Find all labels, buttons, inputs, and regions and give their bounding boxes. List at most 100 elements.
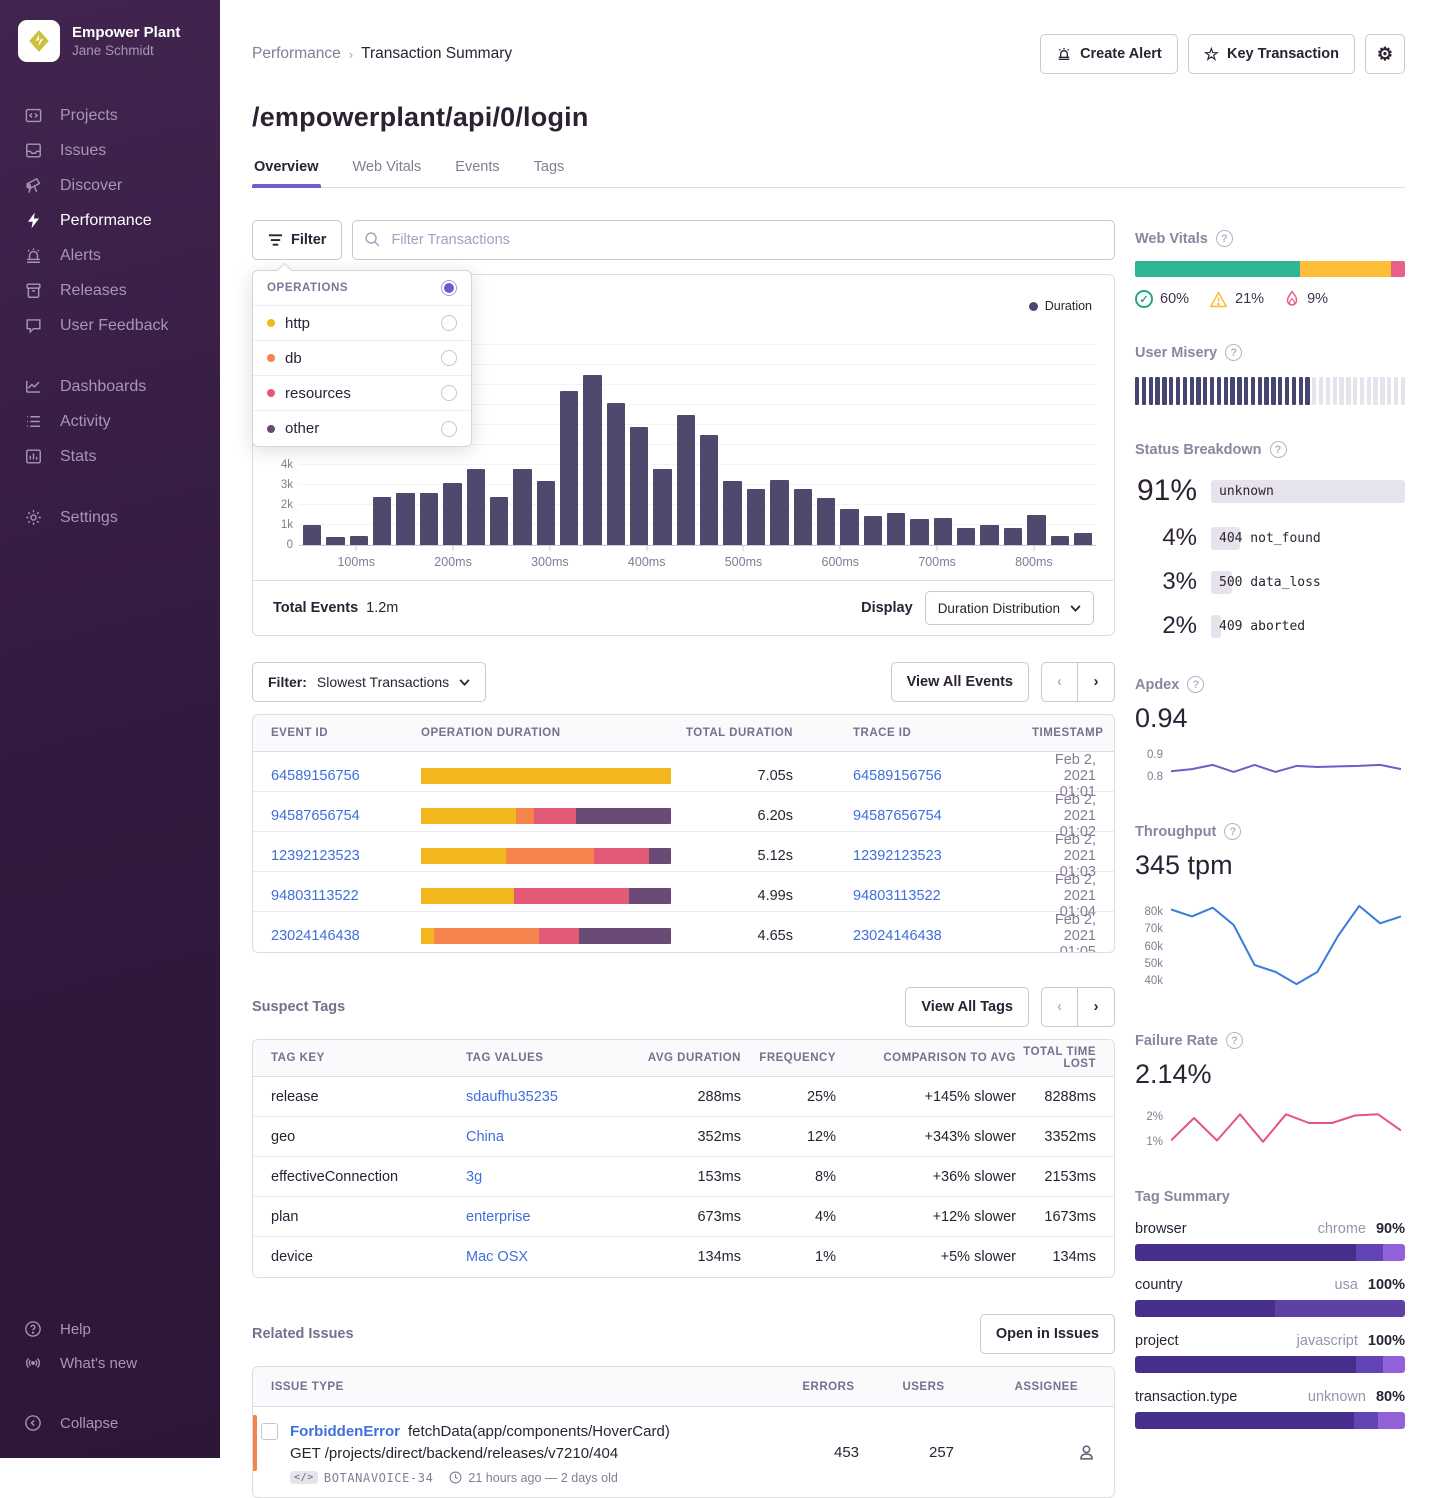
histogram-bar[interactable] bbox=[934, 518, 952, 545]
sidebar-item-alerts[interactable]: Alerts bbox=[0, 238, 220, 273]
sidebar-item-stats[interactable]: Stats bbox=[0, 439, 220, 474]
tag-value-link[interactable]: sdaufhu35235 bbox=[466, 1089, 558, 1105]
tag-value-link[interactable]: China bbox=[466, 1129, 504, 1145]
tab-overview[interactable]: Overview bbox=[252, 159, 321, 187]
breadcrumb-performance[interactable]: Performance bbox=[252, 45, 341, 63]
sidebar-item-issues[interactable]: Issues bbox=[0, 133, 220, 168]
view-all-events-button[interactable]: View All Events bbox=[891, 662, 1029, 702]
sidebar-item-performance[interactable]: Performance bbox=[0, 203, 220, 238]
event-id-link[interactable]: 94803113522 bbox=[271, 888, 359, 904]
histogram-bar[interactable] bbox=[467, 469, 485, 545]
event-id-link[interactable]: 23024146438 bbox=[271, 928, 360, 944]
histogram-bar[interactable] bbox=[910, 519, 928, 545]
sidebar-item-user-feedback[interactable]: User Feedback bbox=[0, 308, 220, 343]
org-switcher[interactable]: Empower Plant Jane Schmidt bbox=[0, 20, 220, 62]
radio-icon[interactable] bbox=[441, 421, 457, 437]
display-select[interactable]: Duration Distribution bbox=[925, 591, 1094, 625]
histogram-bar[interactable] bbox=[490, 497, 508, 545]
histogram-bar[interactable] bbox=[700, 435, 718, 545]
tag-value-link[interactable]: enterprise bbox=[466, 1209, 530, 1225]
sidebar-item-releases[interactable]: Releases bbox=[0, 273, 220, 308]
operation-option-other[interactable]: other bbox=[253, 411, 471, 446]
histogram-bar[interactable] bbox=[396, 493, 414, 545]
tab-web-vitals[interactable]: Web Vitals bbox=[351, 159, 424, 187]
operation-option-db[interactable]: db bbox=[253, 341, 471, 376]
histogram-bar[interactable] bbox=[350, 536, 368, 545]
histogram-bar[interactable] bbox=[326, 537, 344, 545]
tab-tags[interactable]: Tags bbox=[532, 159, 567, 187]
issue-row[interactable]: ForbiddenErrorfetchData(app/components/H… bbox=[253, 1407, 1114, 1497]
histogram-bar[interactable] bbox=[583, 375, 601, 545]
histogram-bar[interactable] bbox=[443, 483, 461, 545]
histogram-bar[interactable] bbox=[420, 493, 438, 545]
filter-button[interactable]: Filter bbox=[252, 220, 342, 260]
histogram-bar[interactable] bbox=[560, 391, 578, 545]
histogram-bar[interactable] bbox=[1004, 528, 1022, 545]
issue-type-link[interactable]: ForbiddenError bbox=[290, 1423, 400, 1440]
sidebar-item-collapse[interactable]: Collapse bbox=[0, 1406, 220, 1440]
trace-id-link[interactable]: 64589156756 bbox=[853, 768, 942, 784]
histogram-bar[interactable] bbox=[537, 481, 555, 545]
histogram-bar[interactable] bbox=[794, 489, 812, 545]
event-id-link[interactable]: 64589156756 bbox=[271, 768, 360, 784]
sidebar-item-what-s-new[interactable]: What's new bbox=[0, 1346, 220, 1380]
histogram-bar[interactable] bbox=[747, 489, 765, 545]
tag-value-link[interactable]: Mac OSX bbox=[466, 1249, 528, 1265]
help-circle-icon[interactable]: ? bbox=[1187, 676, 1204, 693]
histogram-bar[interactable] bbox=[630, 427, 648, 545]
view-all-tags-button[interactable]: View All Tags bbox=[905, 987, 1029, 1027]
histogram-bar[interactable] bbox=[980, 525, 998, 545]
event-id-link[interactable]: 12392123523 bbox=[271, 848, 360, 864]
tags-pager-next-button[interactable]: › bbox=[1078, 987, 1115, 1027]
tab-events[interactable]: Events bbox=[453, 159, 501, 187]
trace-id-link[interactable]: 94587656754 bbox=[853, 808, 942, 824]
events-filter-select[interactable]: Filter: Slowest Transactions bbox=[252, 662, 486, 702]
histogram-bar[interactable] bbox=[303, 525, 321, 545]
histogram-bar[interactable] bbox=[887, 513, 905, 545]
histogram-bar[interactable] bbox=[817, 498, 835, 545]
radio-icon[interactable] bbox=[441, 315, 457, 331]
histogram-bar[interactable] bbox=[373, 497, 391, 545]
operation-option-resources[interactable]: resources bbox=[253, 376, 471, 411]
search-input[interactable] bbox=[352, 220, 1115, 260]
histogram-bar[interactable] bbox=[1074, 533, 1092, 545]
histogram-bar[interactable] bbox=[840, 509, 858, 545]
events-pager-prev-button[interactable]: ‹ bbox=[1041, 662, 1078, 702]
radio-selected-icon[interactable] bbox=[441, 280, 457, 296]
assignee-user-icon[interactable] bbox=[1077, 1443, 1096, 1462]
tags-pager-prev-button[interactable]: ‹ bbox=[1041, 987, 1078, 1027]
tag-value-link[interactable]: 3g bbox=[466, 1169, 482, 1185]
trace-id-link[interactable]: 23024146438 bbox=[853, 928, 942, 944]
histogram-bar[interactable] bbox=[607, 403, 625, 545]
operation-option-http[interactable]: http bbox=[253, 306, 471, 341]
histogram-bar[interactable] bbox=[653, 469, 671, 545]
histogram-bar[interactable] bbox=[957, 528, 975, 545]
histogram-bar[interactable] bbox=[513, 469, 531, 545]
help-circle-icon[interactable]: ? bbox=[1216, 230, 1233, 247]
radio-icon[interactable] bbox=[441, 385, 457, 401]
key-transaction-button[interactable]: ☆ Key Transaction bbox=[1188, 34, 1355, 74]
histogram-bar[interactable] bbox=[1051, 536, 1069, 545]
issue-checkbox[interactable] bbox=[261, 1423, 278, 1440]
help-circle-icon[interactable]: ? bbox=[1225, 344, 1242, 361]
histogram-bar[interactable] bbox=[864, 516, 882, 545]
help-circle-icon[interactable]: ? bbox=[1226, 1032, 1243, 1049]
help-circle-icon[interactable]: ? bbox=[1224, 823, 1241, 840]
radio-icon[interactable] bbox=[441, 350, 457, 366]
create-alert-button[interactable]: Create Alert bbox=[1040, 34, 1178, 74]
sidebar-item-activity[interactable]: Activity bbox=[0, 404, 220, 439]
sidebar-item-settings[interactable]: Settings bbox=[0, 500, 220, 535]
histogram-bar[interactable] bbox=[723, 481, 741, 545]
events-pager-next-button[interactable]: › bbox=[1078, 662, 1115, 702]
open-in-issues-button[interactable]: Open in Issues bbox=[980, 1314, 1115, 1354]
trace-id-link[interactable]: 94803113522 bbox=[853, 888, 941, 904]
sidebar-item-dashboards[interactable]: Dashboards bbox=[0, 369, 220, 404]
sidebar-item-discover[interactable]: Discover bbox=[0, 168, 220, 203]
chart-legend[interactable]: Duration bbox=[1029, 299, 1092, 313]
histogram-bar[interactable] bbox=[770, 480, 788, 545]
sidebar-item-projects[interactable]: Projects bbox=[0, 98, 220, 133]
histogram-bar[interactable] bbox=[1027, 515, 1045, 545]
sidebar-item-help[interactable]: Help bbox=[0, 1312, 220, 1346]
operations-dropdown-header[interactable]: OPERATIONS bbox=[253, 271, 471, 306]
histogram-bar[interactable] bbox=[677, 415, 695, 545]
